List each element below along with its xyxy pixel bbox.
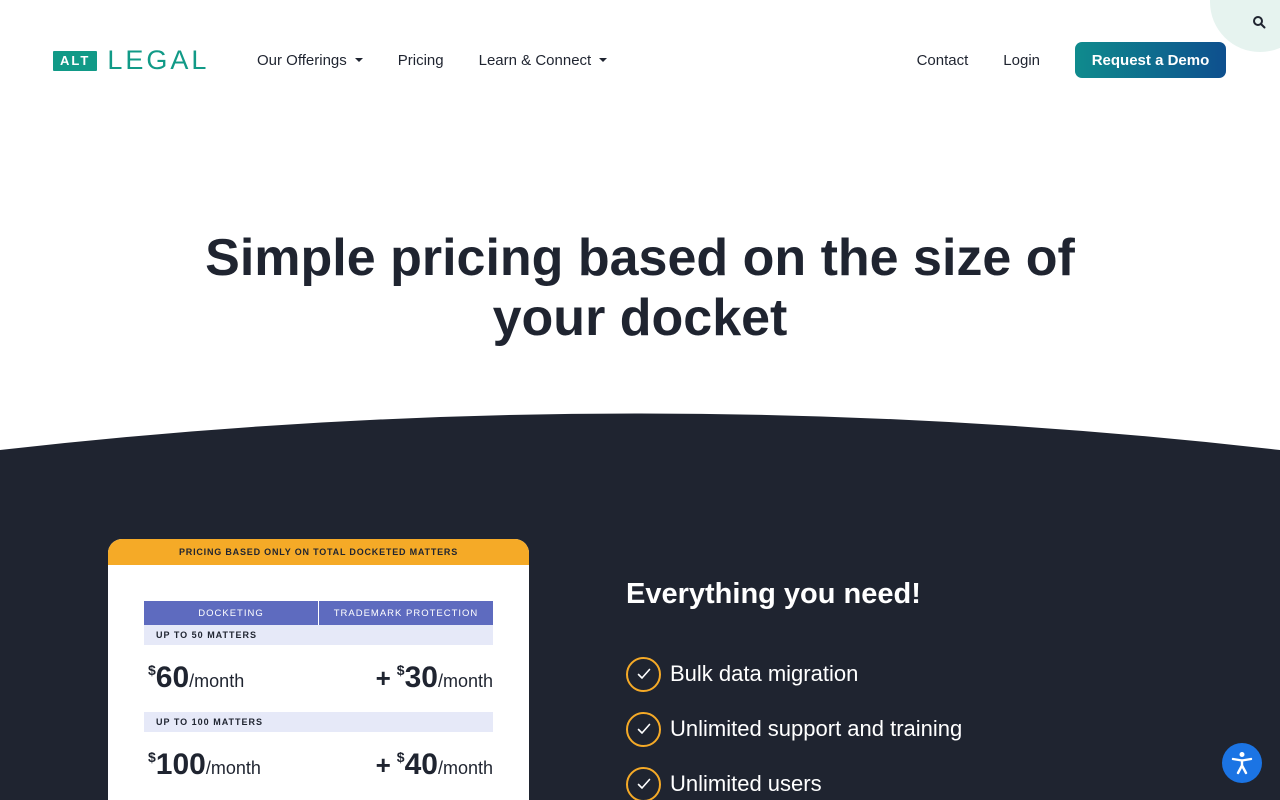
logo-wordmark: LEGAL [107,45,210,75]
trademark-price: + $ 30 /month [376,661,493,695]
nav-learn-connect-label: Learn & Connect [478,51,592,69]
column-docketing: DOCKETING [144,601,318,625]
site-header: ALT LEGAL Our Offerings Pricing Learn & … [0,0,1280,120]
plus-sign: + [375,663,391,693]
tier-label: UP TO 50 MATTERS [144,625,493,645]
currency-symbol: $ [396,749,405,765]
pricing-banner: PRICING BASED ONLY ON TOTAL DOCKETED MAT… [108,539,529,565]
feature-label: Unlimited support and training [670,716,963,741]
price-period: /month [437,758,493,778]
accessibility-button[interactable] [1222,743,1262,783]
column-trademark-protection: TRADEMARK PROTECTION [319,601,493,625]
nav-our-offerings[interactable]: Our Offerings [257,50,363,70]
pricing-table-header: DOCKETING TRADEMARK PROTECTION [144,601,493,625]
currency-symbol: $ [396,662,405,678]
features-list: Bulk data migration Unlimited support an… [626,656,962,800]
price-period: /month [437,671,493,691]
pricing-card: PRICING BASED ONLY ON TOTAL DOCKETED MAT… [108,539,529,800]
price-period: /month [205,758,261,778]
price-row: $ 60 /month + $ 30 /month [144,655,493,695]
plus-sign: + [375,750,391,780]
page-title-line2: your docket [492,289,788,347]
page-title: Simple pricing based on the size of your… [0,228,1280,348]
search-icon[interactable] [1252,15,1266,29]
list-item: Bulk data migration [626,656,962,692]
list-item: Unlimited users [626,766,962,800]
trademark-price: + $ 40 /month [376,748,493,782]
check-circle-icon [626,711,661,747]
contact-link[interactable]: Contact [917,52,969,69]
features-title: Everything you need! [626,578,921,610]
check-circle-icon [626,766,661,800]
price-row: $ 100 /month + $ 40 /month [144,742,493,782]
price-amount: 30 [404,661,438,694]
nav-our-offerings-label: Our Offerings [257,51,347,69]
tier-label: UP TO 100 MATTERS [144,712,493,732]
currency-symbol: $ [148,749,156,765]
alt-legal-logo[interactable]: ALT LEGAL [53,47,209,74]
price-period: /month [189,671,245,691]
login-link[interactable]: Login [1003,52,1040,69]
chevron-down-icon [599,58,608,62]
logo-badge: ALT [53,50,98,71]
nav-learn-connect[interactable]: Learn & Connect [479,50,608,70]
price-amount: 60 [155,661,190,694]
main-nav: Our Offerings Pricing Learn & Connect [257,50,608,70]
nav-pricing[interactable]: Pricing [398,50,444,70]
check-circle-icon [626,656,661,692]
accessibility-icon [1231,752,1253,775]
header-actions: Contact Login Request a Demo [917,42,1226,78]
page-title-line1: Simple pricing based on the size of [205,229,1075,287]
currency-symbol: $ [148,662,156,678]
price-amount: 40 [404,748,438,781]
docketing-price: $ 100 /month [148,748,261,782]
docketing-price: $ 60 /month [148,661,244,695]
list-item: Unlimited support and training [626,711,962,747]
request-demo-button[interactable]: Request a Demo [1075,42,1226,78]
price-amount: 100 [155,748,206,781]
feature-label: Unlimited users [670,771,822,796]
chevron-down-icon [354,58,363,62]
feature-label: Bulk data migration [670,661,859,686]
nav-pricing-label: Pricing [397,51,444,69]
